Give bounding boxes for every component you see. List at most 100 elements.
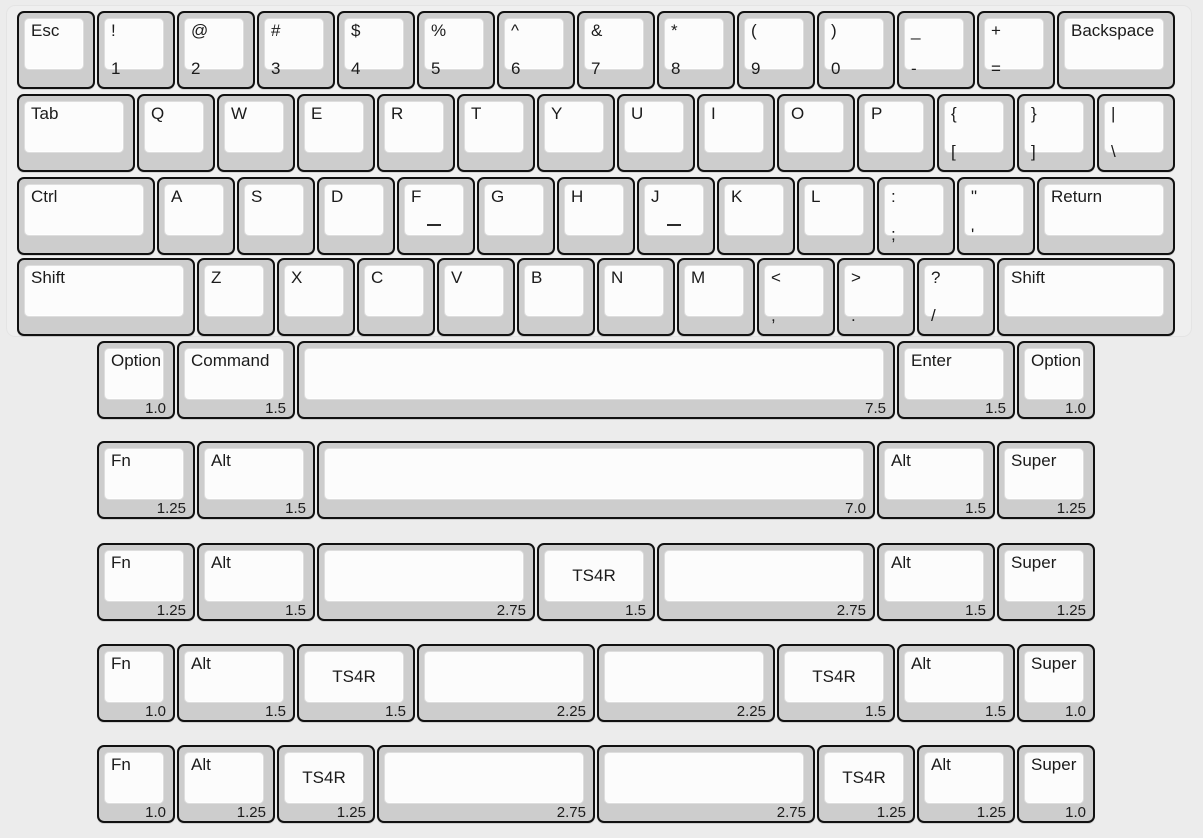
- key-ctrl[interactable]: Ctrl: [17, 177, 155, 255]
- key-space[interactable]: 7.0: [317, 441, 875, 519]
- key-equal[interactable]: + =: [977, 11, 1055, 89]
- key-quote[interactable]: " ': [957, 177, 1035, 255]
- keycap-face: Super: [1004, 550, 1084, 602]
- key-e[interactable]: E: [297, 94, 375, 172]
- key-bracket-right[interactable]: }]: [1017, 94, 1095, 172]
- key-fn-left[interactable]: Fn 1.0: [97, 745, 175, 823]
- keycap-legend-base: 0: [831, 59, 841, 78]
- keycap-legend-shifted: Option: [1031, 351, 1082, 370]
- key-slash[interactable]: ? /: [917, 258, 995, 336]
- key-fn-left[interactable]: Fn 1.25: [97, 543, 195, 621]
- key-space-right[interactable]: 2.75: [597, 745, 815, 823]
- key-alt-right[interactable]: Alt 1.5: [877, 543, 995, 621]
- key-space-left[interactable]: 2.25: [417, 644, 595, 722]
- keycap-legend: Y: [551, 104, 599, 124]
- key-return[interactable]: Return: [1037, 177, 1175, 255]
- key-6[interactable]: ^ 6: [497, 11, 575, 89]
- key-ts4r-left[interactable]: TS4R 1.25: [277, 745, 375, 823]
- keycap-face: [384, 752, 584, 804]
- key-fn-left[interactable]: Fn 1.0: [97, 644, 175, 722]
- key-ts4r-center[interactable]: TS4R 1.5: [537, 543, 655, 621]
- keycap-legend-shifted: &: [591, 21, 603, 40]
- keycap-legend: Alt: [891, 451, 979, 471]
- key-f[interactable]: F: [397, 177, 475, 255]
- key-8[interactable]: * 8: [657, 11, 735, 89]
- key-g[interactable]: G: [477, 177, 555, 255]
- key-shift-right[interactable]: Shift: [997, 258, 1175, 336]
- keycap-legend-base: /: [931, 306, 936, 325]
- key-z[interactable]: Z: [197, 258, 275, 336]
- key-ts4r-left[interactable]: TS4R 1.5: [297, 644, 415, 722]
- key-alt-left[interactable]: Alt 1.25: [177, 745, 275, 823]
- key-v[interactable]: V: [437, 258, 515, 336]
- key-o[interactable]: O: [777, 94, 855, 172]
- key-m[interactable]: M: [677, 258, 755, 336]
- key-period[interactable]: >.: [837, 258, 915, 336]
- key-r[interactable]: R: [377, 94, 455, 172]
- key-space-left[interactable]: 2.75: [377, 745, 595, 823]
- key-7[interactable]: & 7: [577, 11, 655, 89]
- key-q[interactable]: Q: [137, 94, 215, 172]
- key-fn-left[interactable]: Fn 1.25: [97, 441, 195, 519]
- key-alt-left[interactable]: Alt 1.5: [197, 441, 315, 519]
- key-a[interactable]: A: [157, 177, 235, 255]
- key-alt-left[interactable]: Alt 1.5: [177, 644, 295, 722]
- key-alt-right[interactable]: Alt 1.5: [897, 644, 1015, 722]
- key-tab[interactable]: Tab: [17, 94, 135, 172]
- key-c[interactable]: C: [357, 258, 435, 336]
- key-esc[interactable]: Esc: [17, 11, 95, 89]
- key-backslash[interactable]: | \: [1097, 94, 1175, 172]
- key-option-left[interactable]: Option 1.0: [97, 341, 175, 419]
- key-alt-left[interactable]: Alt 1.5: [197, 543, 315, 621]
- key-k[interactable]: K: [717, 177, 795, 255]
- key-option-right[interactable]: Option 1.0: [1017, 341, 1095, 419]
- key-s[interactable]: S: [237, 177, 315, 255]
- key-enter[interactable]: Enter 1.5: [897, 341, 1015, 419]
- key-super-right[interactable]: Super 1.0: [1017, 644, 1095, 722]
- key-comma[interactable]: <,: [757, 258, 835, 336]
- key-w[interactable]: W: [217, 94, 295, 172]
- key-space-left[interactable]: 2.75: [317, 543, 535, 621]
- key-space[interactable]: 7.5: [297, 341, 895, 419]
- key-d[interactable]: D: [317, 177, 395, 255]
- key-space-right[interactable]: 2.25: [597, 644, 775, 722]
- keycap-face: J: [644, 184, 704, 236]
- keycap-legend: S: [251, 187, 299, 207]
- key-y[interactable]: Y: [537, 94, 615, 172]
- key-semicolon[interactable]: :;: [877, 177, 955, 255]
- keycap-legend: #3: [271, 21, 319, 79]
- key-i[interactable]: I: [697, 94, 775, 172]
- keycap-face: {[: [944, 101, 1004, 161]
- key-p[interactable]: P: [857, 94, 935, 172]
- keycap-legend-shifted: Super: [1011, 451, 1057, 470]
- key-9[interactable]: (9: [737, 11, 815, 89]
- key-minus[interactable]: _ -: [897, 11, 975, 89]
- key-backspace[interactable]: Backspace: [1057, 11, 1175, 89]
- key-t[interactable]: T: [457, 94, 535, 172]
- key-u[interactable]: U: [617, 94, 695, 172]
- key-command-left[interactable]: Command 1.5: [177, 341, 295, 419]
- key-5[interactable]: % 5: [417, 11, 495, 89]
- key-h[interactable]: H: [557, 177, 635, 255]
- key-super-right[interactable]: Super 1.0: [1017, 745, 1095, 823]
- key-shift-left[interactable]: Shift: [17, 258, 195, 336]
- key-0[interactable]: ) 0: [817, 11, 895, 89]
- key-alt-right[interactable]: Alt 1.5: [877, 441, 995, 519]
- key-ts4r-right[interactable]: TS4R 1.5: [777, 644, 895, 722]
- keycap-legend: @2: [191, 21, 239, 79]
- key-super-right[interactable]: Super 1.25: [997, 543, 1095, 621]
- key-j[interactable]: J: [637, 177, 715, 255]
- key-super-right[interactable]: Super 1.25: [997, 441, 1095, 519]
- key-4[interactable]: $4: [337, 11, 415, 89]
- key-bracket-left[interactable]: {[: [937, 94, 1015, 172]
- key-l[interactable]: L: [797, 177, 875, 255]
- key-3[interactable]: #3: [257, 11, 335, 89]
- key-2[interactable]: @2: [177, 11, 255, 89]
- key-ts4r-right[interactable]: TS4R 1.25: [817, 745, 915, 823]
- key-x[interactable]: X: [277, 258, 355, 336]
- key-space-right[interactable]: 2.75: [657, 543, 875, 621]
- key-1[interactable]: ! 1: [97, 11, 175, 89]
- key-b[interactable]: B: [517, 258, 595, 336]
- key-alt-right[interactable]: Alt 1.25: [917, 745, 1015, 823]
- key-n[interactable]: N: [597, 258, 675, 336]
